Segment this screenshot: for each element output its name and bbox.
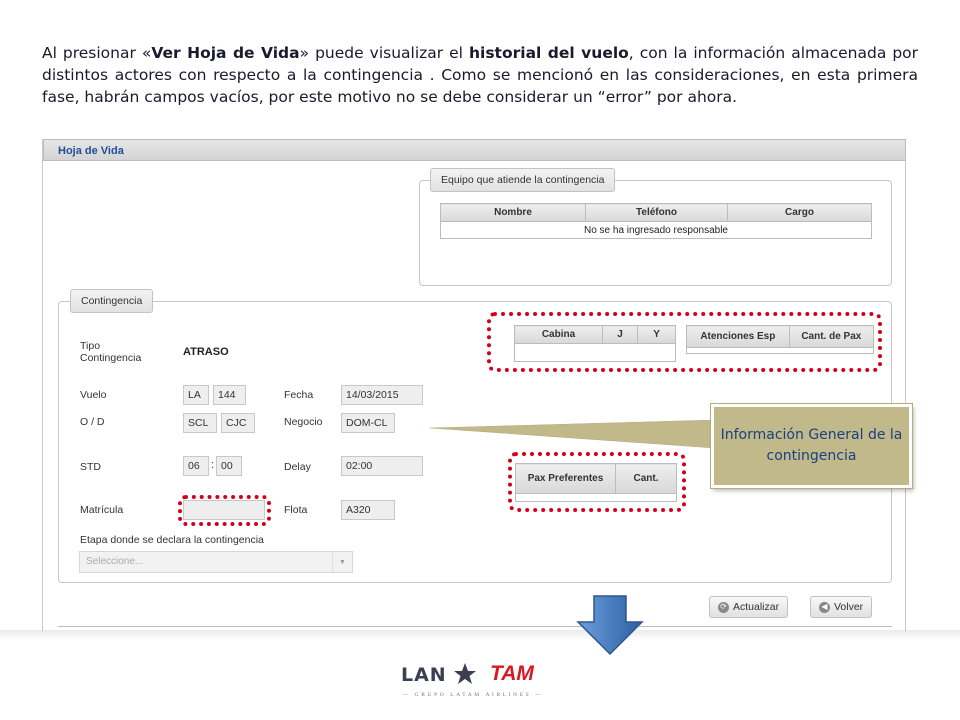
matricula-label: Matrícula — [80, 504, 124, 516]
destination-field: CJC — [221, 413, 255, 433]
vuelo-number-field: 144 — [213, 385, 246, 405]
callout-pointer — [430, 420, 715, 449]
empty-message: No se ha ingresado responsable — [440, 221, 872, 239]
std-label: STD — [80, 461, 101, 473]
tipo-contingencia-value: ATRASO — [183, 346, 229, 358]
volver-button[interactable]: ◀ Volver — [810, 596, 873, 618]
delay-label: Delay — [284, 461, 311, 473]
actualizar-button[interactable]: ⟳ Actualizar — [709, 596, 789, 618]
negocio-field: DOM-CL — [341, 413, 395, 433]
flota-field: A320 — [341, 500, 395, 520]
tipo-contingencia-label: Tipo Contingencia — [80, 340, 142, 364]
pax-preferentes-highlight — [508, 452, 686, 512]
back-icon: ◀ — [819, 601, 830, 613]
std-separator: : — [211, 459, 215, 471]
table-row: No se ha ingresado responsable — [440, 221, 872, 239]
ver-hoja-de-vida-emphasis: Ver Hoja de Vida — [151, 44, 300, 62]
volver-label: Volver — [834, 601, 864, 613]
panel-title: Hoja de Vida — [43, 139, 906, 161]
etapa-select-value: Seleccione... — [86, 556, 144, 567]
refresh-icon: ⟳ — [718, 601, 729, 613]
vuelo-label: Vuelo — [80, 389, 107, 401]
intro-paragraph: Al presionar «Ver Hoja de Vida» puede vi… — [42, 44, 919, 106]
arrow-down-icon — [576, 595, 644, 656]
lan-logo-text: LAN — [401, 664, 447, 686]
column-header-cargo[interactable]: Cargo — [727, 203, 872, 222]
contingencia-legend: Contingencia — [70, 289, 154, 313]
flota-label: Flota — [284, 504, 308, 516]
cabina-highlight — [487, 312, 882, 372]
historial-del-vuelo-emphasis: historial del vuelo — [468, 44, 629, 62]
grupo-latam-subtitle: — GRUPO LATAM AIRLINES — — [402, 692, 544, 698]
tam-logo-text: TAM — [490, 662, 534, 685]
std-hour-field: 06 — [183, 456, 209, 476]
vuelo-carrier-field: LA — [183, 385, 209, 405]
std-minute-field: 00 — [216, 456, 242, 476]
chevron-down-icon[interactable]: ▼ — [332, 552, 352, 572]
od-label: O / D — [80, 416, 105, 428]
bottom-divider — [58, 626, 892, 627]
equipo-legend: Equipo que atiende la contingencia — [430, 168, 616, 192]
equipo-table: Nombre Teléfono Cargo No se ha ingresado… — [440, 203, 872, 239]
star-icon — [454, 663, 476, 684]
lan-tam-logo: LAN TAM — GRUPO LATAM AIRLINES — — [398, 660, 548, 704]
actualizar-label: Actualizar — [733, 601, 780, 613]
bottom-shadow — [0, 630, 960, 640]
origin-field: SCL — [183, 413, 217, 433]
fecha-label: Fecha — [284, 389, 314, 401]
column-header-telefono[interactable]: Teléfono — [585, 203, 728, 222]
callout-box: Información General de la contingencia — [711, 404, 912, 488]
etapa-select[interactable]: Seleccione... ▼ — [79, 551, 353, 573]
fecha-field: 14/03/2015 — [341, 385, 423, 405]
delay-field: 02:00 — [341, 456, 423, 476]
matricula-highlight — [178, 495, 271, 526]
column-header-nombre[interactable]: Nombre — [440, 203, 586, 222]
etapa-label: Etapa donde se declara la contingencia — [80, 534, 264, 546]
negocio-label: Negocio — [284, 416, 323, 428]
